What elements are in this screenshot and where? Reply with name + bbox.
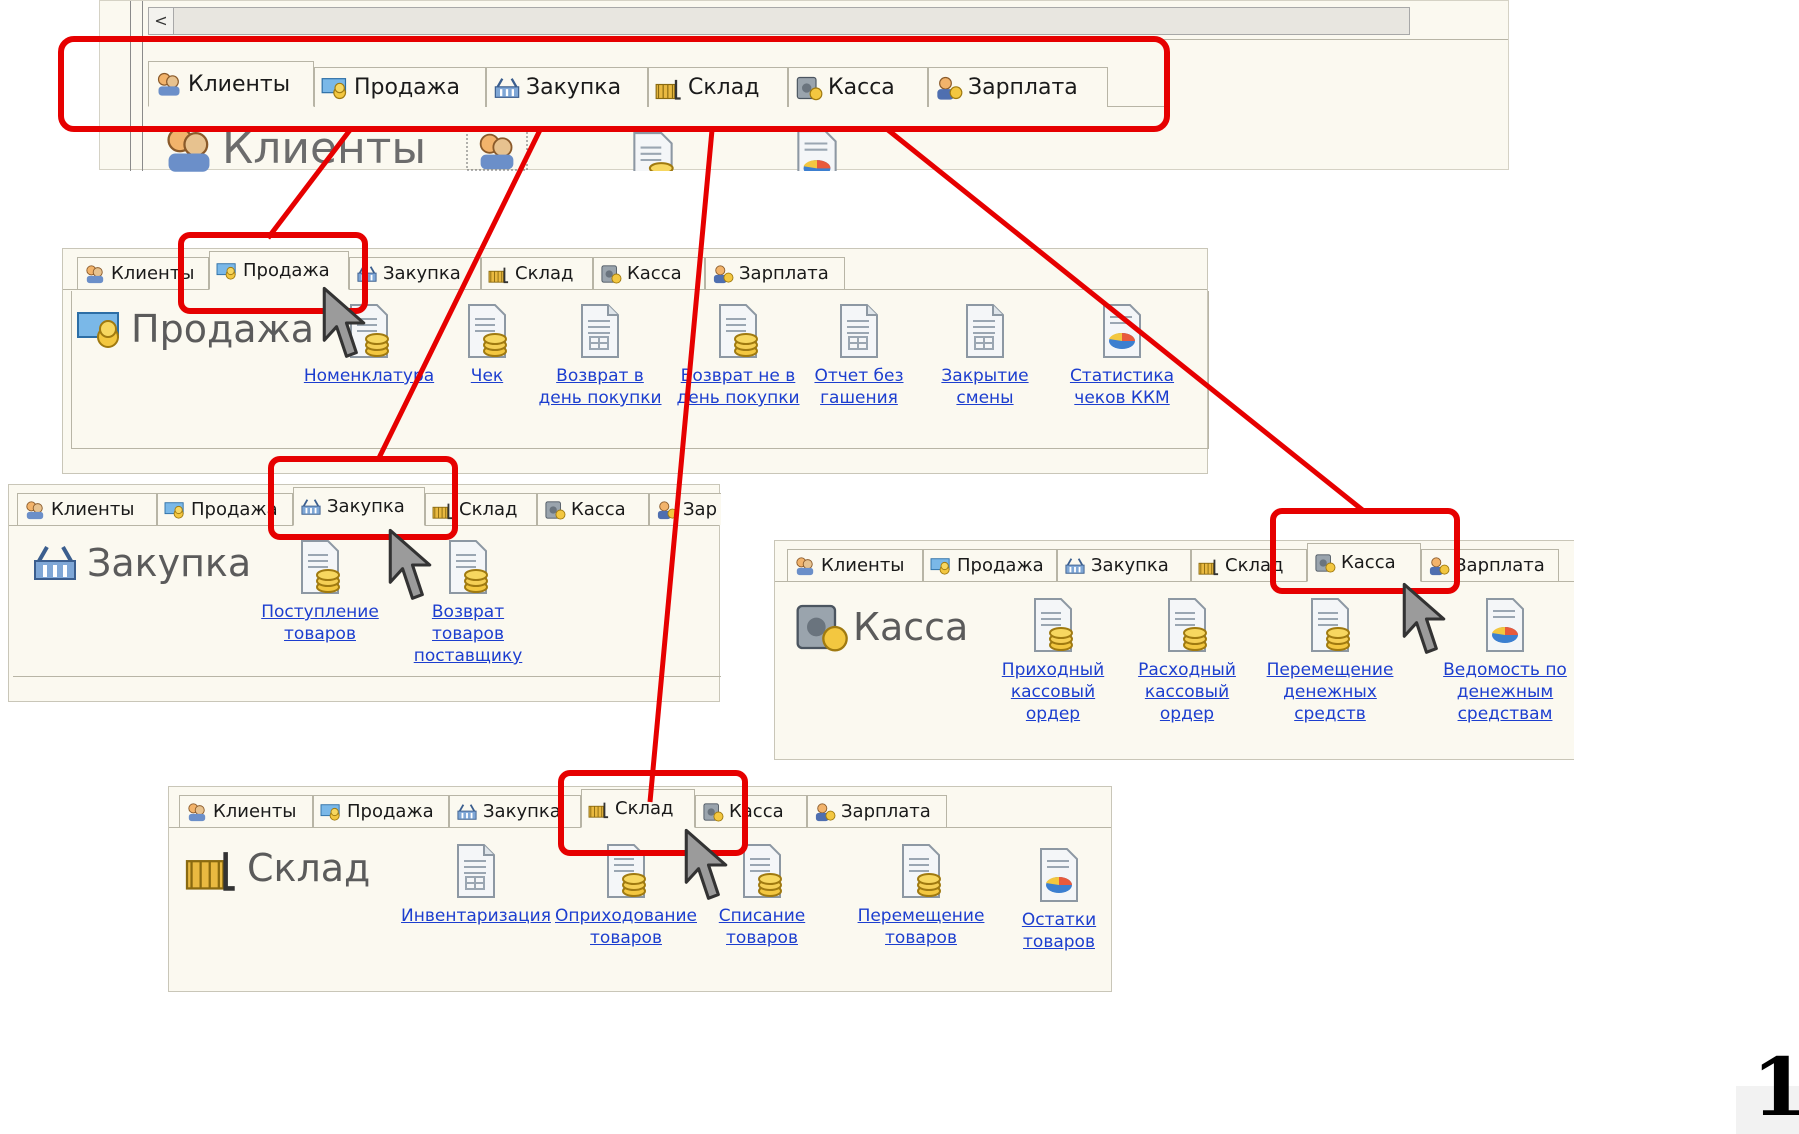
connector-line-sklad bbox=[647, 129, 715, 803]
connector-line-kassa bbox=[886, 128, 1367, 514]
connector-line-zakupka bbox=[375, 128, 543, 462]
connector-line-prodazha bbox=[266, 128, 352, 240]
mouse-pointer-icon bbox=[384, 528, 436, 602]
mouse-pointer-icon bbox=[318, 286, 370, 360]
connector-lines bbox=[266, 128, 1367, 803]
highlight-box-tabs bbox=[58, 36, 1170, 132]
mouse-pointer-icon bbox=[1398, 582, 1450, 656]
mouse-pointer-icon bbox=[680, 828, 732, 902]
